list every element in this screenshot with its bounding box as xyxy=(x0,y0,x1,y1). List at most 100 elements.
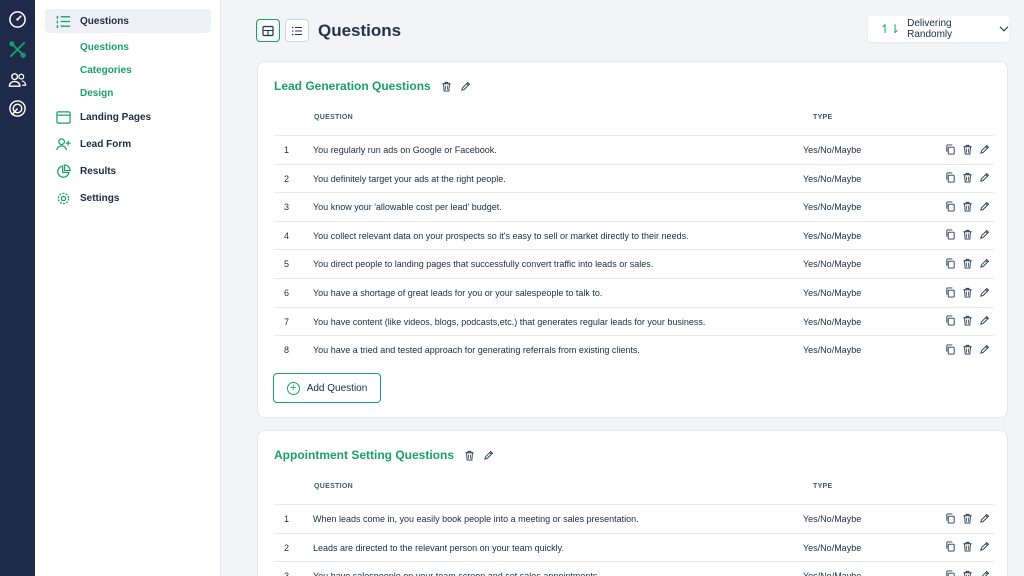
question-section-card: Lead Generation Questions QUESTION TYPE … xyxy=(257,61,1008,418)
pencil-icon[interactable] xyxy=(978,172,990,184)
question-type: Yes/No/Maybe xyxy=(803,288,862,298)
duplicate-icon[interactable] xyxy=(944,343,956,355)
icon-rail xyxy=(0,0,35,576)
pencil-icon[interactable] xyxy=(978,343,990,355)
sidebar-item-label: Lead Form xyxy=(80,138,132,150)
sidebar-subitem-design[interactable]: Design xyxy=(80,88,113,99)
question-section-card: Appointment Setting Questions QUESTION T… xyxy=(257,430,1008,576)
pencil-icon[interactable] xyxy=(978,143,990,155)
question-text: You know your 'allowable cost per lead' … xyxy=(313,202,502,213)
trash-icon[interactable] xyxy=(961,569,973,576)
trash-icon[interactable] xyxy=(463,449,476,462)
pencil-icon[interactable] xyxy=(459,80,472,93)
page-title: Questions xyxy=(318,21,402,40)
trash-icon[interactable] xyxy=(961,512,973,524)
section-title[interactable]: Lead Generation Questions xyxy=(274,79,431,93)
trash-icon[interactable] xyxy=(961,541,973,553)
sidebar-subitem-categories[interactable]: Categories xyxy=(80,65,132,76)
sidebar-item-settings[interactable]: Settings xyxy=(54,189,119,207)
pencil-icon[interactable] xyxy=(978,512,990,524)
table-row: 1 When leads come in, you easily book peo… xyxy=(274,504,994,533)
target-icon[interactable] xyxy=(7,98,28,119)
grid-view-button[interactable] xyxy=(256,19,280,42)
row-number: 2 xyxy=(284,173,290,184)
sidebar-item-questions[interactable]: Questions xyxy=(54,12,129,30)
section-header: Appointment Setting Questions xyxy=(274,448,501,462)
plus-circle-icon: + xyxy=(286,381,300,395)
pencil-icon[interactable] xyxy=(978,315,990,327)
row-actions xyxy=(944,315,995,327)
trash-icon[interactable] xyxy=(961,172,973,184)
trash-icon[interactable] xyxy=(961,286,973,298)
row-actions xyxy=(944,286,995,298)
question-text: Leads are directed to the relevant perso… xyxy=(313,542,564,553)
row-actions xyxy=(944,143,995,155)
chevron-down-icon xyxy=(999,26,1009,32)
sidebar-item-landing-pages[interactable]: Landing Pages xyxy=(54,108,151,126)
duplicate-icon[interactable] xyxy=(944,286,956,298)
sort-dropdown-label: Delivering Randomly xyxy=(907,18,953,40)
users-icon[interactable] xyxy=(7,69,28,90)
duplicate-icon[interactable] xyxy=(944,315,956,327)
pencil-icon[interactable] xyxy=(978,200,990,212)
row-actions xyxy=(944,512,995,524)
sidebar-item-label: Questions xyxy=(80,15,129,27)
table-row: 2 You definitely target your ads at the r… xyxy=(274,163,995,193)
pencil-icon[interactable] xyxy=(978,541,990,553)
row-actions xyxy=(944,569,995,576)
row-number: 7 xyxy=(284,316,290,327)
sidebar-subitem-questions[interactable]: Questions xyxy=(80,42,129,53)
sidebar-item-results[interactable]: Results xyxy=(54,162,116,180)
duplicate-icon[interactable] xyxy=(944,229,956,241)
question-text: You have content (like videos, blogs, po… xyxy=(313,316,706,327)
sidebar-item-label: Settings xyxy=(80,192,120,204)
trash-icon[interactable] xyxy=(961,257,973,269)
sidebar-item-lead-form[interactable]: Lead Form xyxy=(54,135,131,153)
add-question-label: Add Question xyxy=(306,382,368,394)
section-title[interactable]: Appointment Setting Questions xyxy=(274,448,454,462)
trash-icon[interactable] xyxy=(961,200,973,212)
trash-icon[interactable] xyxy=(961,315,973,327)
dashboard-icon[interactable] xyxy=(7,9,28,30)
question-text: You have a shortage of great leads for y… xyxy=(313,288,603,298)
trash-icon[interactable] xyxy=(440,80,453,93)
question-text: You collect relevant data on your prospe… xyxy=(313,230,689,241)
question-text: You have a tried and tested approach for… xyxy=(313,345,640,356)
trash-icon[interactable] xyxy=(961,143,973,155)
table-row: 5 You direct people to landing pages that… xyxy=(274,249,994,278)
tools-icon[interactable] xyxy=(7,39,28,60)
question-type: Yes/No/Maybe xyxy=(803,202,862,213)
sidebar: Questions Questions Categories Design La… xyxy=(35,0,221,576)
table-row: 6 You have a shortage of great leads for … xyxy=(274,278,994,307)
table-row: 3 You know your 'allowable cost per lead'… xyxy=(274,192,994,221)
sort-dropdown[interactable]: ↿⇂ Delivering Randomly xyxy=(868,16,1009,42)
browser-window-icon xyxy=(54,109,72,125)
list-icon xyxy=(54,13,72,29)
pencil-icon[interactable] xyxy=(978,286,990,298)
row-actions xyxy=(944,172,995,184)
trash-icon[interactable] xyxy=(961,229,973,241)
table-row: 3 You have salespeople on your team scree… xyxy=(274,561,994,576)
duplicate-icon[interactable] xyxy=(944,257,956,269)
question-type: Yes/No/Maybe xyxy=(803,230,862,241)
column-header-type: TYPE xyxy=(813,114,833,121)
list-view-button[interactable] xyxy=(285,19,309,42)
pencil-icon[interactable] xyxy=(978,569,990,576)
pencil-icon[interactable] xyxy=(978,257,990,269)
duplicate-icon[interactable] xyxy=(944,172,956,184)
pencil-icon[interactable] xyxy=(482,449,495,462)
duplicate-icon[interactable] xyxy=(944,512,956,524)
trash-icon[interactable] xyxy=(961,343,973,355)
question-type: Yes/No/Maybe xyxy=(803,259,862,270)
duplicate-icon[interactable] xyxy=(944,541,956,553)
duplicate-icon[interactable] xyxy=(944,569,956,576)
question-text: You have salespeople on your team screen… xyxy=(313,571,600,576)
column-header-question: QUESTION xyxy=(314,483,353,490)
duplicate-icon[interactable] xyxy=(944,200,956,212)
add-question-button[interactable]: + Add Question xyxy=(273,373,381,403)
row-actions xyxy=(944,257,995,269)
row-number: 6 xyxy=(284,288,290,298)
row-actions xyxy=(944,343,995,355)
duplicate-icon[interactable] xyxy=(944,143,956,155)
pencil-icon[interactable] xyxy=(978,229,990,241)
